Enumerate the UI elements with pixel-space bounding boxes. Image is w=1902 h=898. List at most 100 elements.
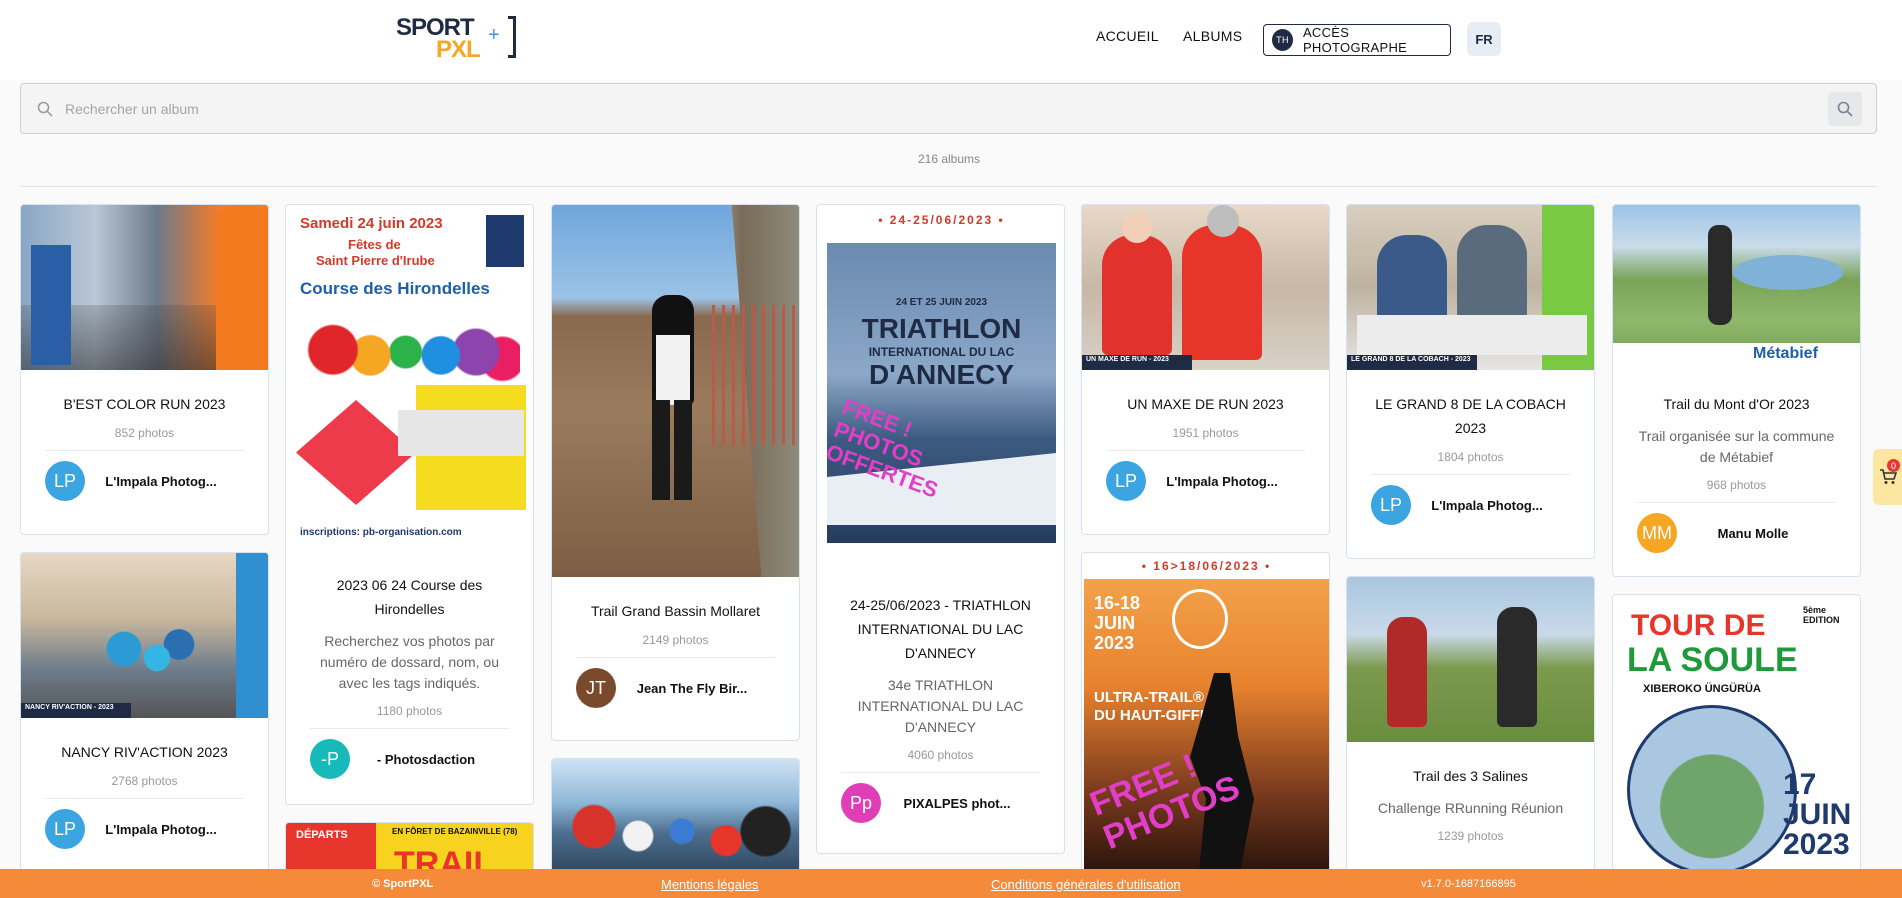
photographer-info[interactable]: Pp PIXALPES phot...	[817, 773, 1064, 833]
poster-date: 17 JUIN 2023	[1783, 768, 1852, 861]
photo-count: 4060 photos	[907, 748, 974, 762]
search-button-icon	[1837, 101, 1853, 117]
thumbnail-caption: LE GRAND 8 DE LA COBACH - 2023	[1351, 356, 1471, 363]
album-thumbnail[interactable]: UN MAXE DE RUN - 2023	[1082, 205, 1329, 370]
photographer-name: Jean The Fly Bir...	[636, 680, 748, 696]
poster-title: ULTRA-TRAIL®	[1094, 689, 1204, 706]
app-version: v1.7.0-1687166895	[1421, 878, 1516, 890]
photographer-name: L'Impala Photog...	[105, 821, 217, 837]
photographer-name: PIXALPES phot...	[903, 795, 1011, 811]
photographer-info[interactable]: LP L'Impala Photog...	[1082, 451, 1329, 511]
logo-plus: +	[488, 24, 500, 46]
poster-edition: 5ème EDITION	[1803, 605, 1840, 625]
album-thumbnail[interactable]: Samedi 24 juin 2023 Fêtes de Saint Pierr…	[286, 205, 533, 551]
photographer-info[interactable]: LP L'Impala Photog...	[21, 451, 268, 511]
photographer-name: L'Impala Photog...	[1166, 473, 1278, 489]
poster-title: TOUR DE	[1631, 609, 1766, 642]
album-title[interactable]: Trail du Mont d'Or 2023	[1613, 392, 1860, 416]
logo-bottom-text: PXL	[436, 36, 481, 63]
terms-link[interactable]: Conditions générales d'utilisation	[991, 877, 1181, 892]
album-title[interactable]: B'EST COLOR RUN 2023	[21, 392, 268, 416]
album-title[interactable]: LE GRAND 8 DE LA COBACH 2023	[1347, 392, 1594, 440]
album-title[interactable]: 2023 06 24 Course des Hirondelles	[286, 573, 533, 621]
photo-count: 1180 photos	[376, 704, 443, 718]
album-thumbnail[interactable]: • 16>18/06/2023 • 16-18 JUIN 2023 ULTRA-…	[1082, 553, 1329, 881]
album-card[interactable]: NANCY RIV'ACTION - 2023 NANCY RIV'ACTION…	[20, 552, 269, 882]
album-card[interactable]: UN MAXE DE RUN - 2023 UN MAXE DE RUN 202…	[1081, 204, 1330, 535]
album-card[interactable]: Métabief Trail du Mont d'Or 2023 Trail o…	[1612, 204, 1861, 577]
album-description: Recherchez vos photos par numéro de doss…	[320, 633, 499, 691]
album-thumbnail[interactable]	[552, 205, 799, 577]
album-title[interactable]: 24-25/06/2023 - TRIATHLON INTERNATIONAL …	[817, 593, 1064, 665]
poster-title: Course des Hirondelles	[300, 279, 490, 298]
poster-date: 16-18 JUIN 2023	[1094, 593, 1141, 653]
copyright: © SportPXL	[372, 878, 434, 890]
cart-button[interactable]: 0	[1873, 449, 1902, 505]
album-thumbnail[interactable]: • 24-25/06/2023 • 24 ET 25 JUIN 2023 TRI…	[817, 205, 1064, 571]
sportpxl-logo[interactable]: SPORT PXL +	[396, 14, 520, 63]
photographer-access-button[interactable]: TH ACCÈS PHOTOGRAPHE	[1263, 24, 1451, 56]
album-thumbnail[interactable]: Métabief	[1613, 205, 1860, 370]
poster-date: Samedi 24 juin 2023	[300, 215, 443, 232]
album-title[interactable]: NANCY RIV'ACTION 2023	[21, 740, 268, 764]
photographer-access-label: ACCÈS PHOTOGRAPHE	[1302, 25, 1408, 55]
photographer-info[interactable]: LP L'Impala Photog...	[1347, 475, 1594, 535]
photographer-name: L'Impala Photog...	[1431, 497, 1543, 513]
photographer-avatar: LP	[1371, 485, 1411, 525]
photographer-info[interactable]: -P - Photosdaction	[286, 729, 533, 789]
album-card[interactable]: • 24-25/06/2023 • 24 ET 25 JUIN 2023 TRI…	[816, 204, 1065, 854]
photo-count: 2149 photos	[642, 633, 709, 647]
thumbnail-caption: NANCY RIV'ACTION - 2023	[25, 704, 114, 711]
album-card[interactable]: • 16>18/06/2023 • 16-18 JUIN 2023 ULTRA-…	[1081, 552, 1330, 882]
album-title[interactable]: Trail Grand Bassin Mollaret	[552, 599, 799, 623]
album-thumbnail[interactable]: NANCY RIV'ACTION - 2023	[21, 553, 268, 718]
photo-count: 1804 photos	[1437, 450, 1504, 464]
poster-subtitle: 24 ET 25 JUIN 2023	[895, 297, 988, 308]
poster-footer: inscriptions: pb-organisation.com	[300, 527, 462, 538]
logo-bracket	[508, 16, 516, 58]
photographer-info[interactable]: LP L'Impala Photog...	[21, 799, 268, 859]
album-card[interactable]: LE GRAND 8 DE LA COBACH - 2023 LE GRAND …	[1346, 204, 1595, 559]
photo-count: 968 photos	[1706, 478, 1767, 492]
photographer-avatar: LP	[45, 809, 85, 849]
photographer-avatar: JT	[576, 668, 616, 708]
divider	[20, 186, 1877, 187]
search-button[interactable]	[1828, 92, 1862, 126]
album-card[interactable]: Samedi 24 juin 2023 Fêtes de Saint Pierr…	[285, 204, 534, 805]
photographer-avatar: TH	[1272, 29, 1293, 51]
cart-count-badge: 0	[1887, 459, 1900, 472]
photographer-name: L'Impala Photog...	[105, 473, 217, 489]
album-card[interactable]: 5ème EDITION TOUR DE LA SOULE XIBEROKO Ü…	[1612, 594, 1861, 882]
album-card[interactable]: B'EST COLOR RUN 2023 852 photos LP L'Imp…	[20, 204, 269, 535]
nav-accueil[interactable]: ACCUEIL	[1096, 28, 1159, 44]
album-card[interactable]	[551, 758, 800, 882]
album-description: Trail organisée sur la commune de Métabi…	[1638, 428, 1835, 465]
album-card[interactable]: Trail Grand Bassin Mollaret 2149 photos …	[551, 204, 800, 741]
album-thumbnail[interactable]: LE GRAND 8 DE LA COBACH - 2023	[1347, 205, 1594, 370]
poster-dates: • 24-25/06/2023 •	[878, 213, 1005, 227]
language-button[interactable]: FR	[1467, 22, 1501, 56]
album-card[interactable]: Trail des 3 Salines Challenge RRunning R…	[1346, 576, 1595, 882]
album-thumbnail[interactable]	[21, 205, 268, 370]
album-thumbnail[interactable]	[552, 759, 799, 881]
album-title[interactable]: UN MAXE DE RUN 2023	[1082, 392, 1329, 416]
poster-subtitle: EN FÔRET DE BAZAINVILLE (78)	[392, 827, 518, 836]
poster-dates: • 16>18/06/2023 •	[1141, 559, 1272, 573]
photographer-avatar: LP	[45, 461, 85, 501]
photo-count: 2768 photos	[111, 774, 178, 788]
poster-subtitle: Saint Pierre d'Irube	[316, 253, 435, 268]
album-thumbnail[interactable]	[1347, 577, 1594, 742]
photographer-info[interactable]: JT Jean The Fly Bir...	[552, 658, 799, 718]
photographer-avatar: LP	[1106, 461, 1146, 501]
photographer-name: - Photosdaction	[376, 751, 476, 767]
album-title[interactable]: Trail des 3 Salines	[1347, 764, 1594, 788]
thumbnail-caption: UN MAXE DE RUN - 2023	[1086, 356, 1169, 363]
search-icon	[37, 101, 53, 117]
search-input[interactable]	[65, 96, 1765, 122]
legal-notice-link[interactable]: Mentions légales	[661, 877, 759, 892]
photographer-info[interactable]: MM Manu Molle	[1613, 503, 1860, 563]
photographer-avatar: MM	[1637, 513, 1677, 553]
nav-albums[interactable]: ALBUMS	[1183, 28, 1242, 44]
album-thumbnail[interactable]: 5ème EDITION TOUR DE LA SOULE XIBEROKO Ü…	[1613, 595, 1860, 881]
albums-count: 216 albums	[917, 152, 981, 166]
